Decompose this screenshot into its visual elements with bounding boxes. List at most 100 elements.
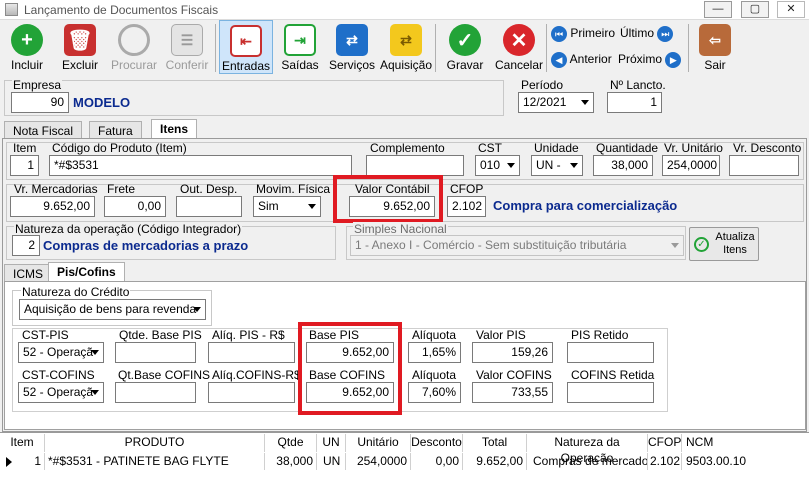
- pis-retido-input[interactable]: [567, 342, 654, 363]
- complemento-label: Complemento: [370, 141, 445, 155]
- incluir-button[interactable]: + Incluir: [0, 20, 54, 74]
- valor-cofins-input[interactable]: 733,55: [472, 382, 553, 403]
- close-button[interactable]: ✕: [777, 1, 805, 18]
- cst-value: 010: [480, 158, 501, 172]
- chevron-down-icon: [671, 243, 679, 248]
- grid-header-total[interactable]: Total: [463, 434, 527, 452]
- qtde-base-pis-label: Qtde. Base PIS: [119, 328, 202, 342]
- grid-header-qtde[interactable]: Qtde: [265, 434, 317, 452]
- lancto-input[interactable]: 1: [607, 92, 662, 113]
- simples-select[interactable]: 1 - Anexo I - Comércio - Sem substituiçã…: [350, 235, 684, 256]
- cst-select[interactable]: 010: [475, 155, 520, 176]
- natureza-credito-select[interactable]: Aquisição de bens para revenda: [19, 299, 206, 320]
- grid-header-ncm[interactable]: NCM: [682, 434, 809, 452]
- aquisicao-button[interactable]: ⇄ Aquisição: [378, 20, 434, 74]
- aliq-pis-rs-label: Alíq. PIS - R$: [212, 328, 285, 342]
- complemento-input[interactable]: [366, 155, 464, 176]
- maximize-button[interactable]: ▢: [741, 1, 769, 18]
- qt-base-cofins-input[interactable]: [115, 382, 196, 403]
- cfop-description: Compra para comercialização: [493, 198, 678, 213]
- ultimo-label: Último: [620, 26, 655, 41]
- entradas-button[interactable]: ⇤ Entradas: [219, 20, 273, 74]
- ultimo-button[interactable]: Último ⏭: [620, 26, 674, 42]
- grid-cell-qtde[interactable]: 38,000: [265, 453, 317, 470]
- chevron-down-icon: [581, 100, 589, 105]
- servicos-button[interactable]: ⇄ Serviços: [326, 20, 378, 74]
- natureza-code-input[interactable]: 2: [12, 235, 40, 256]
- unidade-select[interactable]: UN -: [531, 155, 583, 176]
- out-desp-input[interactable]: [176, 196, 242, 217]
- grid-cell-total[interactable]: 9.652,00: [463, 453, 527, 470]
- cst-cofins-value: 52 - Operaçã: [23, 385, 94, 399]
- aliq-pis-rs-input[interactable]: [208, 342, 295, 363]
- next-icon: ▶: [665, 52, 682, 68]
- anterior-button[interactable]: ◀ Anterior: [551, 52, 612, 68]
- simples-label: Simples Nacional: [353, 222, 448, 236]
- cofins-retida-input[interactable]: [567, 382, 654, 403]
- empresa-label: Empresa: [12, 78, 63, 92]
- toolbar: + Incluir 🗑 Excluir Procurar ☰ Conferir …: [0, 20, 809, 76]
- mov-fisica-select[interactable]: Sim: [253, 196, 321, 217]
- tab-fatura[interactable]: Fatura: [89, 121, 142, 139]
- grid-header-un[interactable]: UN: [317, 434, 346, 452]
- cst-cofins-select[interactable]: 52 - Operaçã: [18, 382, 104, 403]
- grid-cell-produto[interactable]: *#$3531 - PATINETE BAG FLYTE: [45, 453, 265, 470]
- codigo-input[interactable]: *#$3531: [49, 155, 352, 176]
- empresa-code-input[interactable]: 90: [11, 92, 69, 113]
- frete-input[interactable]: 0,00: [104, 196, 166, 217]
- aliquota-pis-input[interactable]: 1,65%: [408, 342, 461, 363]
- grid-header-produto[interactable]: PRODUTO: [45, 434, 265, 452]
- gravar-label: Gravar: [446, 58, 484, 72]
- excluir-button[interactable]: 🗑 Excluir: [53, 20, 107, 74]
- vr-desconto-input[interactable]: [729, 155, 799, 176]
- cfop-input[interactable]: 2.102: [447, 196, 486, 217]
- vr-mercadorias-input[interactable]: 9.652,00: [10, 196, 95, 217]
- cancelar-button[interactable]: ✕ Cancelar: [491, 20, 547, 74]
- gravar-button[interactable]: ✓ Gravar: [438, 20, 492, 74]
- grid-cell-cfop[interactable]: 2.102: [648, 453, 682, 470]
- chevron-down-icon: [91, 350, 99, 355]
- proximo-button[interactable]: Próximo ▶: [618, 52, 682, 68]
- atualiza-itens-button[interactable]: ✓ Atualiza Itens: [689, 227, 759, 261]
- vr-unitario-input[interactable]: 254,0000: [662, 155, 720, 176]
- grid-header-unitario[interactable]: Unitário: [346, 434, 411, 452]
- grid-cell-desconto[interactable]: 0,00: [411, 453, 463, 470]
- aliq-cofins-rs-input[interactable]: [208, 382, 295, 403]
- proximo-label: Próximo: [618, 52, 663, 67]
- grid-cell-ncm[interactable]: 9503.00.10: [682, 453, 809, 470]
- pis-retido-label: PIS Retido: [571, 328, 629, 342]
- periodo-select[interactable]: 12/2021: [518, 92, 594, 113]
- grid-cell-item[interactable]: 1: [0, 453, 45, 470]
- qt-base-cofins-label: Qt.Base COFINS: [118, 368, 211, 382]
- exit-door-icon: ⇦: [699, 24, 731, 56]
- grid-cell-unitario[interactable]: 254,0000: [346, 453, 411, 470]
- minimize-button[interactable]: —: [704, 1, 732, 18]
- saidas-button[interactable]: ⇥ Saídas: [273, 20, 327, 74]
- toolbar-separator: [215, 24, 216, 72]
- quantidade-input[interactable]: 38,000: [593, 155, 653, 176]
- primeiro-button[interactable]: ⏮ Primeiro: [551, 26, 615, 42]
- unidade-value: UN -: [536, 158, 561, 172]
- tab-icms[interactable]: ICMS: [4, 264, 52, 282]
- grid-header-item[interactable]: Item: [0, 434, 45, 452]
- qtde-base-pis-input[interactable]: [115, 342, 196, 363]
- grid-cell-un[interactable]: UN: [317, 453, 346, 470]
- chevron-down-icon: [308, 204, 316, 209]
- grid-header-desconto[interactable]: Desconto: [411, 434, 463, 452]
- grid-header-natureza[interactable]: Natureza da Operação: [527, 434, 648, 465]
- aliquota-cofins-input[interactable]: 7,60%: [408, 382, 461, 403]
- item-input[interactable]: 1: [10, 155, 39, 176]
- valor-pis-input[interactable]: 159,26: [472, 342, 553, 363]
- valor-cofins-label: Valor COFINS: [476, 368, 552, 382]
- conferir-button[interactable]: ☰ Conferir: [160, 20, 214, 74]
- cst-pis-select[interactable]: 52 - Operaçã: [18, 342, 104, 363]
- procurar-button[interactable]: Procurar: [106, 20, 162, 74]
- briefcase-icon: ⇄: [336, 24, 368, 56]
- tab-pis-cofins[interactable]: Pis/Cofins: [48, 262, 125, 282]
- tab-nota-fiscal[interactable]: Nota Fiscal: [4, 121, 83, 139]
- grid-cell-natureza[interactable]: Compras de mercadorias: [527, 453, 648, 470]
- grid-header-cfop[interactable]: CFOP: [648, 434, 682, 452]
- sair-button[interactable]: ⇦ Sair: [688, 20, 742, 74]
- tab-itens[interactable]: Itens: [151, 119, 198, 139]
- chevron-down-icon: [193, 307, 201, 312]
